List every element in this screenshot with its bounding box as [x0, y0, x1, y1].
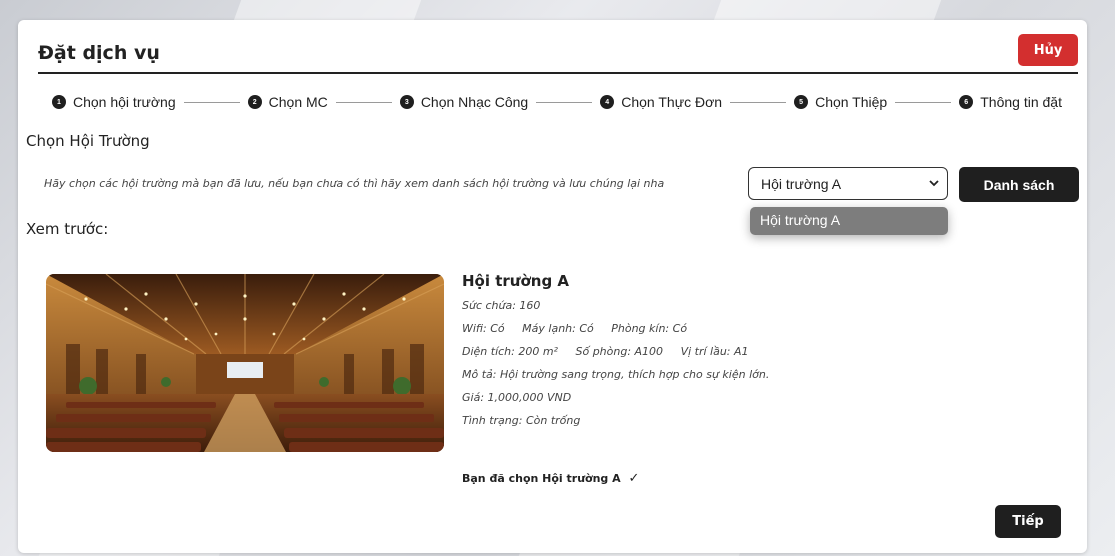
step-connector	[730, 101, 787, 103]
step-connector	[183, 101, 240, 103]
hall-room-no: Số phòng: A100	[575, 345, 664, 358]
selected-text: Bạn đã chọn Hội trường A	[462, 472, 621, 485]
panel-header: Đặt dịch vụ Hủy	[38, 34, 1078, 74]
hall-specs: Diện tích: 200 m² Số phòng: A100 Vị trí …	[462, 344, 769, 367]
hall-price: Giá: 1,000,000 VND	[462, 391, 572, 404]
step-label: Chọn MC	[268, 94, 328, 110]
step-4[interactable]: 4 Chọn Thực Đơn	[600, 94, 722, 110]
hall-select[interactable]: Hội trường A	[748, 167, 948, 200]
step-label: Chọn Nhạc Công	[420, 94, 529, 110]
step-1[interactable]: 1 Chọn hội trường	[52, 94, 176, 110]
step-label: Chọn Thiệp	[815, 94, 888, 110]
step-connector	[335, 101, 392, 103]
hint-text: Hãy chọn các hội trường mà bạn đã lưu, n…	[44, 177, 665, 190]
page-title: Đặt dịch vụ	[38, 42, 160, 64]
step-number: 3	[399, 95, 414, 109]
hall-private-room: Phòng kín: Có	[611, 322, 688, 335]
selection-confirmation: Bạn đã chọn Hội trường A ✓	[462, 471, 639, 486]
step-connector	[536, 101, 593, 103]
hall-capacity: Sức chứa: 160	[462, 299, 541, 312]
hall-area: Diện tích: 200 m²	[462, 345, 558, 358]
step-6[interactable]: 6 Thông tin đặt	[959, 94, 1062, 110]
step-connector	[895, 101, 952, 103]
hall-list-button[interactable]: Danh sách	[959, 167, 1079, 202]
dropdown-option[interactable]: Hội trường A	[750, 207, 948, 235]
section-title: Chọn Hội Trường	[26, 132, 150, 150]
step-progress: 1 Chọn hội trường 2 Chọn MC 3 Chọn Nhạc …	[52, 92, 1062, 112]
step-number: 1	[52, 95, 66, 109]
cancel-button[interactable]: Hủy	[1018, 34, 1078, 66]
next-button[interactable]: Tiếp	[995, 505, 1061, 538]
step-label: Chọn hội trường	[73, 94, 176, 110]
step-number: 6	[959, 95, 974, 109]
select-value: Hội trường A	[761, 175, 842, 192]
step-5[interactable]: 5 Chọn Thiệp	[794, 94, 887, 110]
hall-wifi: Wifi: Có	[462, 322, 505, 335]
hall-info: Hội trường A Sức chứa: 160 Wifi: Có Máy …	[462, 272, 769, 436]
step-number: 2	[247, 95, 262, 109]
step-number: 4	[600, 95, 615, 109]
hall-status: Tình trạng: Còn trống	[462, 414, 581, 427]
step-2[interactable]: 2 Chọn MC	[247, 94, 328, 110]
header-divider	[38, 72, 1078, 74]
hall-floor: Vị trí lầu: A1	[680, 345, 749, 358]
hall-name: Hội trường A	[462, 272, 570, 290]
step-label: Chọn Thực Đơn	[621, 94, 723, 110]
step-number: 5	[794, 95, 809, 109]
check-icon: ✓	[628, 471, 640, 486]
step-3[interactable]: 3 Chọn Nhạc Công	[399, 94, 529, 110]
hall-ac: Máy lạnh: Có	[522, 322, 594, 335]
preview-title: Xem trước:	[26, 220, 109, 238]
booking-panel: Đặt dịch vụ Hủy 1 Chọn hội trường 2 Chọn…	[18, 20, 1087, 553]
hall-description: Mô tả: Hội trường sang trọng, thích hợp …	[462, 368, 770, 381]
chevron-down-icon	[929, 179, 939, 189]
hall-photo	[46, 274, 444, 452]
hall-amenities: Wifi: Có Máy lạnh: Có Phòng kín: Có	[462, 321, 769, 344]
step-label: Thông tin đặt	[980, 94, 1062, 110]
